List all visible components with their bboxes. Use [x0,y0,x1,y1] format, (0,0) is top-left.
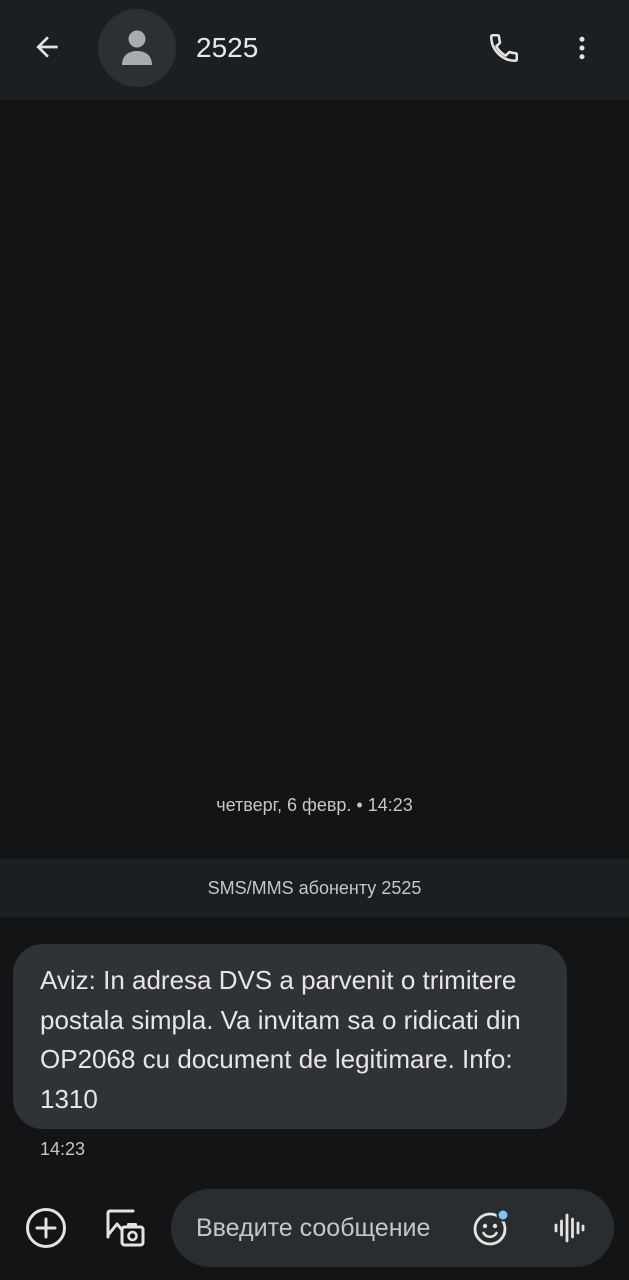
contact-name[interactable]: 2525 [196,30,258,66]
date-separator: четверг, 6 февр. • 14:23 [216,795,413,815]
voice-message-button[interactable] [548,1207,590,1249]
person-icon [122,30,152,65]
add-circle-icon [26,1208,66,1248]
phone-icon [489,33,519,63]
conversation-header: 2525 [0,0,629,100]
voice-waveform-icon [554,1213,585,1243]
call-button[interactable] [482,26,526,70]
gallery-button[interactable] [101,1204,149,1252]
messages-app: 2525 четверг, 6 февр. • 14:23 SMS/MMS аб… [0,0,629,1280]
contact-avatar[interactable] [98,9,176,87]
emoji-icon [473,1208,510,1246]
message-bubble[interactable]: Aviz: In adresa DVS a parvenit o trimite… [13,944,567,1129]
gallery-camera-icon [106,1209,145,1247]
message-composer [171,1189,614,1267]
sms-info-banner: SMS/MMS абоненту 2525 [0,859,629,917]
arrow-back-icon [36,36,58,58]
message-text: Aviz: In adresa DVS a parvenit o trimite… [40,965,521,1114]
more-options-button[interactable] [560,26,604,70]
message-input[interactable] [196,1211,456,1245]
more-vert-icon [579,36,585,60]
sms-info-label: SMS/MMS абоненту 2525 [207,877,422,898]
emoji-button[interactable] [470,1207,512,1249]
back-button[interactable] [24,24,70,70]
add-attachment-button[interactable] [24,1206,68,1250]
message-timestamp: 14:23 [40,1139,86,1159]
